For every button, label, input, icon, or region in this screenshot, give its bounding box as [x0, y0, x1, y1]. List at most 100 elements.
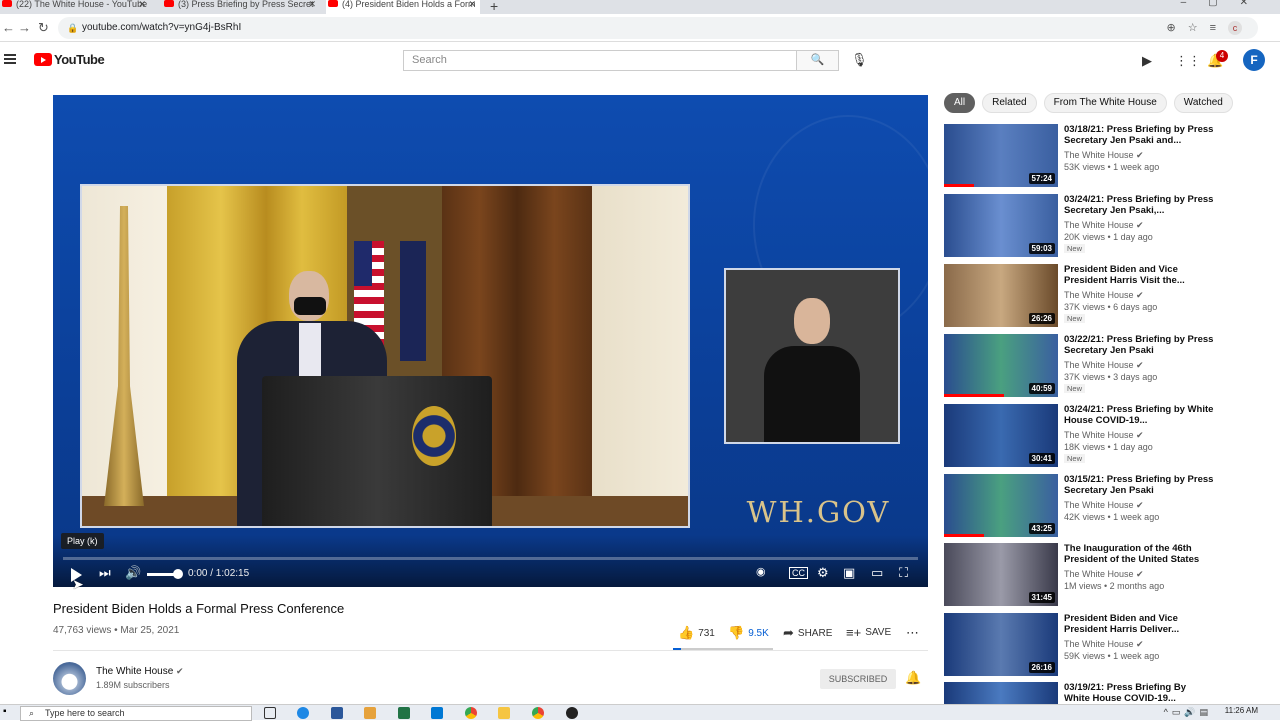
rec-channel-text: The White House — [1064, 500, 1134, 510]
task-view-icon[interactable] — [264, 707, 276, 719]
search-input[interactable]: Search — [403, 50, 797, 71]
video-thumbnail[interactable]: 31:45 — [944, 543, 1058, 606]
chip-from-the-white-house[interactable]: From The White House — [1043, 93, 1167, 113]
recommendation-item[interactable]: 03/19/21: Press Briefing By White House … — [944, 682, 1214, 704]
video-thumbnail[interactable]: 30:41 — [944, 404, 1058, 467]
video-thumbnail[interactable]: 26:26 — [944, 264, 1058, 327]
recommendation-item[interactable]: 59:03 03/24/21: Press Briefing by Press … — [944, 194, 1214, 258]
recommendation-item[interactable]: 31:45 The Inauguration of the 46th Presi… — [944, 543, 1214, 607]
verified-check-icon: ✔ — [1136, 220, 1144, 230]
progress-bar[interactable] — [63, 557, 918, 560]
rec-title: 03/19/21: Press Briefing By White House … — [1064, 682, 1186, 704]
recommendation-item[interactable]: 26:16 President Biden and Vice President… — [944, 613, 1214, 677]
rec-views: 42K views • 1 week ago — [1064, 512, 1160, 522]
forward-icon[interactable]: → — [18, 20, 31, 35]
taskbar-search-placeholder: Type here to search — [45, 708, 125, 718]
rec-channel: The White House ✔ — [1064, 500, 1144, 511]
channel-avatar[interactable] — [53, 662, 86, 695]
app-icon[interactable] — [566, 707, 578, 719]
channel-name-text: The White House — [96, 666, 174, 677]
browser-tab-2[interactable]: (3) Press Briefing by Press Secret ✕ — [162, 0, 320, 14]
rec-views: 20K views • 1 day ago — [1064, 232, 1153, 242]
miniplayer-icon[interactable]: ▣ — [843, 565, 855, 581]
voice-search-icon[interactable]: 🎙 — [851, 52, 868, 68]
word-icon[interactable] — [331, 707, 343, 719]
rec-channel-text: The White House — [1064, 290, 1134, 300]
youtube-logo[interactable]: YouTube — [34, 52, 105, 67]
captions-icon[interactable]: CC — [789, 567, 808, 579]
notification-count-badge: 4 — [1216, 50, 1228, 62]
rec-views: 1M views • 2 months ago — [1064, 581, 1165, 591]
mail-icon[interactable] — [431, 707, 443, 719]
recommendation-item[interactable]: 26:26 President Biden and Vice President… — [944, 264, 1214, 328]
watched-progress — [944, 394, 1004, 397]
hamburger-menu-icon[interactable] — [4, 54, 16, 64]
windows-start-icon[interactable]: ▪ — [3, 706, 7, 717]
create-video-icon[interactable]: ▶ — [1142, 53, 1152, 69]
chrome-icon[interactable] — [532, 707, 544, 719]
fullscreen-icon[interactable]: ⛶ — [899, 565, 908, 581]
settings-gear-icon[interactable]: ⚙ — [817, 565, 829, 581]
channel-name[interactable]: The White House ✔ — [96, 666, 184, 677]
bookmark-star-icon[interactable]: ☆ — [1188, 17, 1198, 39]
volume-slider-knob[interactable] — [173, 569, 183, 579]
thumbs-up-icon: 👍 — [678, 625, 695, 640]
window-controls[interactable]: –▢✕ — [1181, 0, 1270, 8]
chrome-icon[interactable] — [465, 707, 477, 719]
player-controls: ⏭ 🔊 0:00 / 1:02:15 ◉ CC ⚙ ▣ ▭ ⛶ — [53, 563, 928, 587]
browser-profile-avatar[interactable]: c — [1228, 21, 1242, 35]
video-thumbnail[interactable] — [944, 682, 1058, 704]
autoplay-toggle[interactable]: ◉ — [756, 565, 766, 578]
video-player[interactable]: WH.GOV Play (k) ⏭ 🔊 0:00 / 1:02:15 ◉ CC … — [53, 95, 928, 587]
back-icon[interactable]: ← — [2, 20, 15, 35]
video-thumbnail[interactable]: 40:59 — [944, 334, 1058, 397]
excel-icon[interactable] — [398, 707, 410, 719]
recommendation-item[interactable]: 30:41 03/24/21: Press Briefing by White … — [944, 404, 1214, 468]
address-bar[interactable]: 🔒 youtube.com/watch?v=ynG4j-BsRhI ⊕ ☆ ≡ … — [58, 17, 1258, 39]
recommendation-item[interactable]: 57:24 03/18/21: Press Briefing by Press … — [944, 124, 1214, 188]
edge-browser-icon[interactable] — [297, 707, 309, 719]
video-thumbnail[interactable]: 57:24 — [944, 124, 1058, 187]
rec-title: 03/15/21: Press Briefing by Press Secret… — [1064, 474, 1214, 496]
subscribed-button[interactable]: SUBSCRIBED — [820, 669, 896, 689]
youtube-logo-text: YouTube — [54, 52, 105, 67]
next-video-icon[interactable]: ⏭ — [99, 565, 111, 581]
volume-icon[interactable]: 🔊 — [125, 565, 141, 581]
verified-check-icon: ✔ — [1136, 569, 1144, 579]
share-button[interactable]: ➦ SHARE — [783, 625, 832, 641]
video-thumbnail[interactable]: 43:25 — [944, 474, 1058, 537]
browser-tab-1[interactable]: (22) The White House - YouTube ✕ — [0, 0, 150, 14]
chip-watched[interactable]: Watched — [1173, 93, 1233, 113]
save-button[interactable]: ≡+ SAVE — [846, 625, 891, 640]
user-avatar[interactable]: F — [1243, 49, 1265, 71]
video-thumbnail[interactable]: 26:16 — [944, 613, 1058, 676]
close-tab-icon[interactable]: ✕ — [468, 0, 476, 9]
recommendation-item[interactable]: 40:59 03/22/21: Press Briefing by Press … — [944, 334, 1214, 398]
reload-icon[interactable]: ↻ — [38, 20, 49, 36]
system-tray-icons[interactable]: ^▭🔊▤ — [1164, 707, 1212, 718]
search-button[interactable]: 🔍 — [797, 50, 839, 71]
install-icon[interactable]: ⊕ — [1166, 17, 1175, 39]
new-tab-icon[interactable]: + — [490, 0, 498, 14]
theater-mode-icon[interactable]: ▭ — [871, 565, 883, 581]
notification-bell-icon[interactable]: 🔔 — [905, 670, 921, 686]
recommendation-item[interactable]: 43:25 03/15/21: Press Briefing by Press … — [944, 474, 1214, 538]
reading-list-icon[interactable]: ≡ — [1210, 17, 1216, 39]
chip-all[interactable]: All — [944, 93, 976, 113]
video-thumbnail[interactable]: 59:03 — [944, 194, 1058, 257]
chip-related[interactable]: Related — [982, 93, 1037, 113]
rec-channel-text: The White House — [1064, 150, 1134, 160]
media-player-icon[interactable] — [364, 707, 376, 719]
file-explorer-icon[interactable] — [498, 707, 510, 719]
more-actions-button[interactable]: ⋯ — [906, 625, 919, 641]
browser-tab-3[interactable]: (4) President Biden Holds a Form ✕ — [326, 0, 480, 14]
apps-grid-icon[interactable]: ⋮⋮ — [1175, 53, 1201, 69]
close-tab-icon[interactable]: ✕ — [308, 0, 316, 9]
new-badge: New — [1064, 454, 1086, 463]
rec-title: 03/24/21: Press Briefing by White House … — [1064, 404, 1214, 426]
close-tab-icon[interactable]: ✕ — [138, 0, 146, 9]
like-button[interactable]: 👍 731 — [678, 625, 715, 641]
taskbar-search-input[interactable]: ⌕ Type here to search — [20, 706, 252, 721]
video-duration: 40:59 — [1028, 383, 1055, 394]
dislike-button[interactable]: 👎 9.5K — [728, 625, 769, 641]
